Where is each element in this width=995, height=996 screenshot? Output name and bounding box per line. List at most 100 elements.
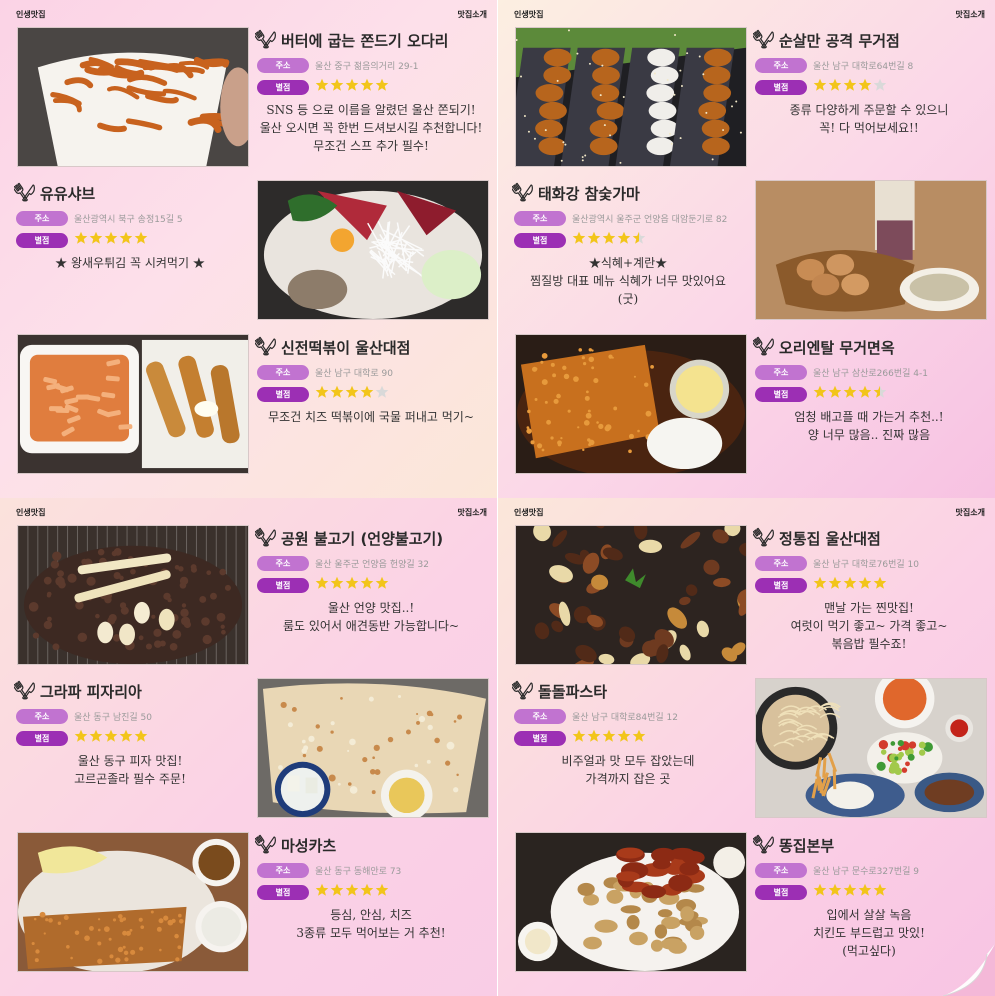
rating-badge: 별점 bbox=[257, 885, 309, 900]
food-photo[interactable] bbox=[755, 180, 987, 320]
star-icon bbox=[602, 231, 616, 245]
address-text: 울산 남구 대학로76번길 10 bbox=[813, 560, 920, 570]
restaurant-entry: 공원 불고기 (언양불고기) 주소 울산 울주군 언양읍 헌양길 32 별점 울… bbox=[0, 523, 497, 675]
restaurant-description: 종류 다양하게 주문할 수 있으니 꼭! 다 먹어보세요!! bbox=[789, 103, 949, 135]
name-row: 돌돌파스타 bbox=[512, 678, 607, 704]
restaurant-description: 울산 언양 맛집..! 룸도 있어서 애견동반 가능합니다~ bbox=[282, 601, 460, 633]
star-icon bbox=[828, 883, 842, 897]
food-photo[interactable] bbox=[515, 27, 747, 167]
star-rating bbox=[315, 385, 390, 399]
star-icon bbox=[843, 576, 857, 590]
name-row: 버터에 굽는 쫀드기 오다리 bbox=[255, 27, 448, 53]
star-icon bbox=[375, 883, 389, 897]
restaurant-info: 마성카츠 주소 울산 동구 동해안로 73 별점 등심, 안심, 치즈 3종류 … bbox=[255, 830, 485, 980]
star-icon bbox=[330, 883, 344, 897]
star-icon bbox=[858, 385, 872, 399]
name-row: 마성카츠 bbox=[255, 832, 336, 858]
star-icon bbox=[828, 78, 842, 92]
menu-link[interactable]: 맛집소개 bbox=[458, 9, 487, 20]
star-icon bbox=[345, 385, 359, 399]
restaurant-description: 엄청 배고플 때 가는거 추천..! 양 너무 많음.. 진짜 많음 bbox=[794, 410, 944, 442]
food-photo[interactable] bbox=[515, 334, 747, 474]
address-text: 울산 남구 삼산로266번길 4-1 bbox=[813, 369, 928, 379]
star-icon bbox=[617, 729, 631, 743]
name-row: 그라파 피자리아 bbox=[14, 678, 142, 704]
utensils-icon bbox=[255, 29, 277, 51]
restaurant-info: 태화강 참숯가마 주소 울산광역시 울주군 언양읍 대암둔기로 82 별점 ★식… bbox=[512, 178, 742, 328]
star-icon bbox=[134, 231, 148, 245]
restaurant-entry: 태화강 참숯가마 주소 울산광역시 울주군 언양읍 대암둔기로 82 별점 ★식… bbox=[498, 178, 995, 330]
food-photo[interactable] bbox=[515, 525, 747, 665]
restaurant-name: 태화강 참숯가마 bbox=[538, 184, 640, 203]
card-page-3: 인생맛집 맛집소개 공원 불고기 (언양불고기) 주소 울산 울주군 언양읍 헌… bbox=[0, 498, 497, 996]
restaurant-entry: 유유샤브 주소 울산광역시 북구 송정15길 5 별점 ★ 왕새우튀김 꼭 시켜… bbox=[0, 178, 497, 330]
address-text: 울산 남구 문수로327번길 9 bbox=[813, 867, 920, 877]
star-icon bbox=[119, 729, 133, 743]
address-badge: 주소 bbox=[16, 211, 68, 226]
name-row: 유유샤브 bbox=[14, 180, 95, 206]
star-icon bbox=[843, 78, 857, 92]
address-badge: 주소 bbox=[16, 709, 68, 724]
rating-badge: 별점 bbox=[755, 387, 807, 402]
food-photo[interactable] bbox=[17, 832, 249, 972]
restaurant-name: 버터에 굽는 쫀드기 오다리 bbox=[281, 31, 449, 50]
address-badge: 주소 bbox=[514, 211, 566, 226]
star-rating bbox=[74, 231, 149, 245]
menu-link[interactable]: 맛집소개 bbox=[956, 507, 985, 518]
address-text: 울산 남구 대학로 90 bbox=[315, 369, 393, 379]
food-photo[interactable] bbox=[17, 334, 249, 474]
star-icon bbox=[360, 576, 374, 590]
restaurant-description: 등심, 안심, 치즈 3종류 모두 먹어보는 거 추천! bbox=[296, 908, 446, 940]
food-photo[interactable] bbox=[17, 27, 249, 167]
star-icon bbox=[843, 883, 857, 897]
star-icon bbox=[828, 385, 842, 399]
brand-label: 인생맛집 bbox=[514, 10, 544, 19]
rating-badge: 별점 bbox=[257, 578, 309, 593]
name-row: 정통집 울산대점 bbox=[753, 525, 881, 551]
address-text: 울산광역시 북구 송정15길 5 bbox=[74, 215, 183, 225]
address-text: 울산 남구 대학로84번길 12 bbox=[572, 713, 679, 723]
star-rating bbox=[813, 385, 888, 399]
restaurant-description: 울산 동구 피자 맛집! 고르곤졸라 필수 주문! bbox=[74, 754, 186, 786]
utensils-icon bbox=[753, 834, 775, 856]
rating-badge: 별점 bbox=[257, 80, 309, 95]
name-row: 똥집본부 bbox=[753, 832, 834, 858]
utensils-icon bbox=[14, 680, 36, 702]
restaurant-entry: 정통집 울산대점 주소 울산 남구 대학로76번길 10 별점 맨날 가는 찐맛… bbox=[498, 523, 995, 675]
restaurant-info: 똥집본부 주소 울산 남구 문수로327번길 9 별점 입에서 살살 녹음 치킨… bbox=[753, 830, 983, 980]
menu-link[interactable]: 맛집소개 bbox=[458, 507, 487, 518]
address-badge: 주소 bbox=[257, 365, 309, 380]
rating-badge: 별점 bbox=[16, 731, 68, 746]
address-badge: 주소 bbox=[257, 863, 309, 878]
star-icon bbox=[375, 576, 389, 590]
star-icon bbox=[617, 231, 631, 245]
restaurant-name: 그라파 피자리아 bbox=[40, 682, 142, 701]
star-icon bbox=[315, 883, 329, 897]
restaurant-entry: 오리엔탈 무거면옥 주소 울산 남구 삼산로266번길 4-1 별점 엄청 배고… bbox=[498, 332, 995, 484]
star-icon bbox=[572, 729, 586, 743]
star-icon bbox=[74, 729, 88, 743]
star-icon bbox=[360, 78, 374, 92]
restaurant-name: 마성카츠 bbox=[281, 836, 337, 855]
utensils-icon bbox=[255, 834, 277, 856]
food-photo[interactable] bbox=[257, 180, 489, 320]
brand-label: 인생맛집 bbox=[514, 508, 544, 517]
menu-link[interactable]: 맛집소개 bbox=[956, 9, 985, 20]
name-row: 태화강 참숯가마 bbox=[512, 180, 640, 206]
restaurant-description: 입에서 살살 녹음 치킨도 부드럽고 맛있! (먹고싶다) bbox=[813, 908, 925, 958]
food-photo[interactable] bbox=[515, 832, 747, 972]
food-photo[interactable] bbox=[755, 678, 987, 818]
restaurant-name: 유유샤브 bbox=[40, 184, 96, 203]
food-photo[interactable] bbox=[257, 678, 489, 818]
card-page-1: 인생맛집 맛집소개 버터에 굽는 쫀드기 오다리 주소 울산 중구 젊음의거리 … bbox=[0, 0, 497, 498]
address-badge: 주소 bbox=[755, 58, 807, 73]
food-photo[interactable] bbox=[17, 525, 249, 665]
rating-badge: 별점 bbox=[514, 731, 566, 746]
star-icon bbox=[572, 231, 586, 245]
star-icon bbox=[345, 576, 359, 590]
star-icon bbox=[89, 231, 103, 245]
star-icon bbox=[858, 576, 872, 590]
star-rating bbox=[315, 576, 390, 590]
utensils-icon bbox=[512, 182, 534, 204]
star-rating bbox=[572, 231, 647, 245]
